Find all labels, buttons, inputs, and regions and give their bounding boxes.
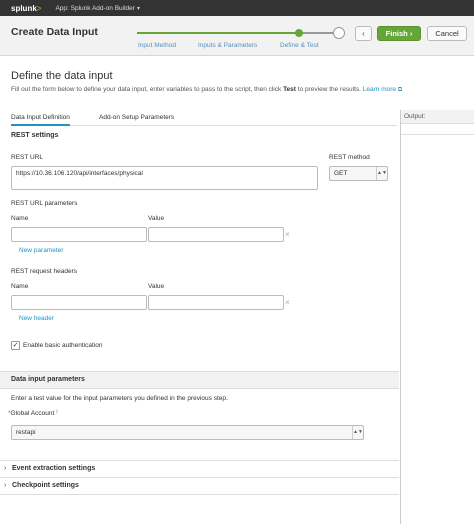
page-title: Create Data Input	[11, 26, 98, 38]
chevron-down-icon: ▾	[136, 5, 140, 12]
select-arrow-icon: ▲▼	[352, 426, 363, 439]
checkpoint-settings-toggle[interactable]: › Checkpoint settings	[0, 477, 399, 494]
step-inputs-parameters[interactable]: Inputs & Parameters	[198, 42, 257, 49]
section-title: Define the data input	[11, 70, 113, 82]
splunk-logo[interactable]: splunk>	[11, 4, 41, 13]
rest-url-label: REST URL	[11, 154, 44, 161]
param-value-label: Value	[148, 215, 165, 222]
param-value-input[interactable]	[148, 227, 284, 242]
logo-chevron: >	[36, 3, 42, 13]
app-menu[interactable]: App: Splunk Add-on Builder ▾	[55, 5, 140, 12]
global-account-value: restapi	[16, 429, 36, 436]
output-label: Output:	[401, 110, 474, 124]
data-input-instructions: Enter a test value for the input paramet…	[11, 395, 228, 402]
progress-line-complete	[137, 32, 299, 34]
back-button[interactable]: ‹	[355, 26, 372, 41]
logo-text: splunk	[11, 3, 37, 13]
help-text-part: to preview the results.	[295, 86, 363, 93]
tab-data-input-definition[interactable]: Data Input Definition	[11, 114, 70, 126]
step-define-test[interactable]: Define & Test	[280, 42, 319, 49]
rest-settings-heading: REST settings	[11, 132, 59, 139]
event-extraction-settings-toggle[interactable]: › Event extraction settings	[0, 460, 399, 477]
checkpoint-label: Checkpoint settings	[12, 482, 79, 489]
output-divider	[401, 134, 474, 135]
global-account-label: *Global Account !	[8, 410, 58, 417]
tab-bar: Data Input Definition Add-on Setup Param…	[11, 112, 397, 126]
rest-method-select[interactable]: GET ▲▼	[329, 166, 388, 181]
event-extraction-label: Event extraction settings	[12, 465, 96, 472]
header-value-input[interactable]	[148, 295, 284, 310]
header-name-label: Name	[11, 283, 29, 290]
basic-auth-label[interactable]: Enable basic authentication	[23, 342, 103, 349]
select-arrow-icon: ▲▼	[376, 167, 387, 180]
param-name-input[interactable]	[11, 227, 147, 242]
new-parameter-button[interactable]: New parameter	[19, 247, 63, 254]
current-step-indicator	[295, 29, 303, 37]
rest-method-value: GET	[334, 170, 348, 177]
output-panel: Output:	[400, 110, 474, 524]
remove-parameter-icon[interactable]: ×	[285, 230, 290, 239]
help-text-bold: Test	[283, 86, 296, 93]
top-bar: splunk> App: Splunk Add-on Builder ▾	[0, 0, 474, 16]
global-account-label-text: Global Account	[10, 410, 55, 417]
tab-addon-setup-parameters[interactable]: Add-on Setup Parameters	[99, 114, 174, 121]
finish-button[interactable]: Finish ›	[377, 26, 421, 41]
global-account-select[interactable]: restapi ▲▼	[11, 425, 364, 440]
page-header: Create Data Input Input Method Inputs & …	[0, 16, 474, 56]
cancel-button[interactable]: Cancel	[427, 26, 467, 41]
chevron-right-icon: ›	[4, 482, 7, 489]
section-divider	[0, 494, 399, 495]
learn-more-link[interactable]: Learn more	[363, 86, 396, 93]
remove-header-icon[interactable]: ×	[285, 298, 290, 307]
rest-request-headers-heading: REST request headers	[11, 268, 77, 275]
external-link-icon: ⧉	[397, 87, 403, 93]
header-value-label: Value	[148, 283, 165, 290]
progress-line-pending	[299, 32, 337, 34]
header-name-input[interactable]	[11, 295, 147, 310]
new-header-button[interactable]: New header	[19, 315, 54, 322]
info-icon: !	[56, 410, 58, 416]
help-text: Fill out the form below to define your d…	[11, 86, 451, 94]
step-input-method[interactable]: Input Method	[138, 42, 176, 49]
rest-url-input[interactable]: https://10.36.106.120/api/interfaces/phy…	[11, 166, 318, 190]
rest-url-parameters-heading: REST URL parameters	[11, 200, 78, 207]
app-name: App: Splunk Add-on Builder	[55, 4, 135, 12]
rest-method-label: REST method	[329, 154, 370, 161]
basic-auth-checkbox[interactable]: ✓	[11, 341, 20, 350]
param-name-label: Name	[11, 215, 29, 222]
final-step-indicator	[333, 27, 345, 39]
data-input-parameters-heading: Data input parameters	[11, 376, 85, 383]
chevron-right-icon: ›	[4, 465, 7, 472]
help-text-part: Fill out the form below to define your d…	[11, 86, 284, 93]
